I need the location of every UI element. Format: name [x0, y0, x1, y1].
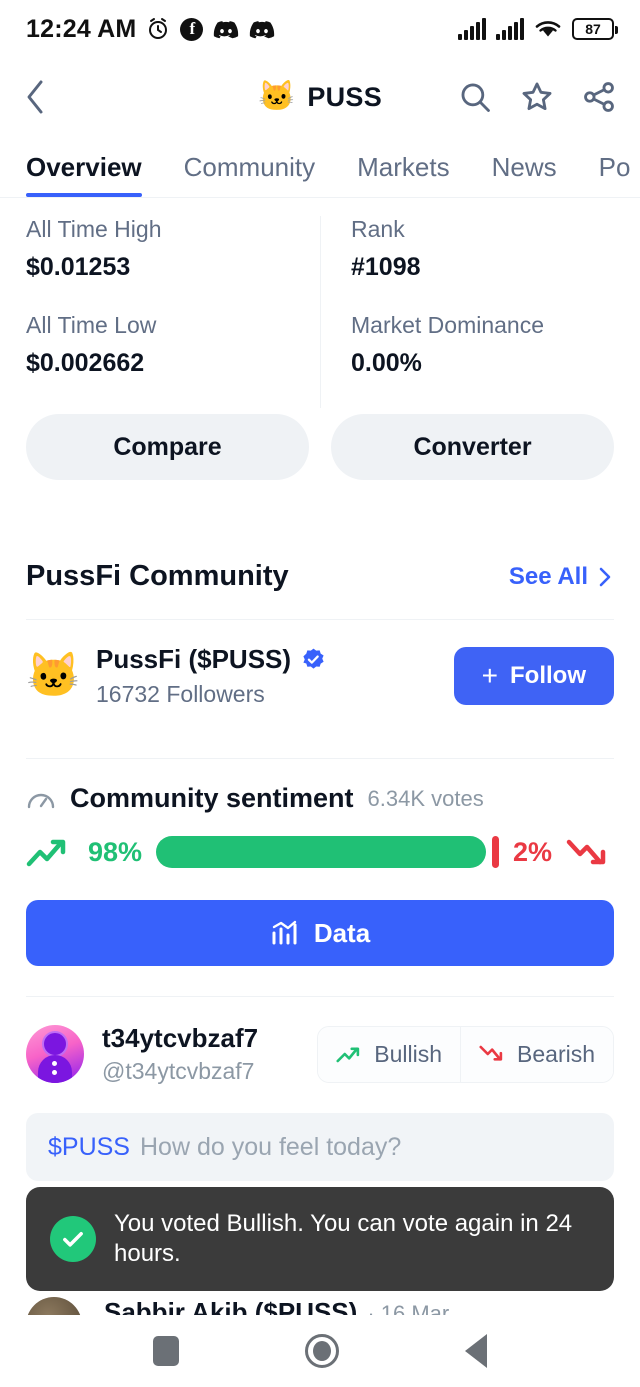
- section-tabs: Overview Community Markets News Po: [0, 136, 640, 198]
- vote-button-group: Bullish Bearish: [317, 1025, 614, 1083]
- discord-icon: [214, 21, 239, 39]
- sentiment-vote-count: 6.34K votes: [367, 785, 484, 811]
- stat-all-time-low: All Time Low $0.002662: [26, 312, 320, 378]
- stats-column-right: Rank #1098 Market Dominance 0.00%: [320, 216, 614, 408]
- data-button[interactable]: Data: [26, 900, 614, 966]
- bearish-vote-button[interactable]: Bearish: [460, 1026, 613, 1082]
- user-vote-row: t34ytcvbzaf7 @t34ytcvbzaf7 Bullish Beari…: [0, 997, 640, 1085]
- profile-name: PussFi ($PUSS): [96, 644, 292, 674]
- bar-chart-icon: [272, 920, 297, 945]
- verified-badge-icon: [303, 648, 324, 669]
- see-all-label: See All: [508, 562, 588, 590]
- star-icon[interactable]: [520, 80, 554, 114]
- signal-icon: [458, 18, 486, 40]
- trend-down-icon: [566, 839, 606, 865]
- composer-placeholder: How do you feel today?: [139, 1132, 402, 1161]
- stat-label: Market Dominance: [351, 312, 545, 338]
- discord-icon: [250, 21, 275, 39]
- bullish-vote-button[interactable]: Bullish: [318, 1026, 461, 1082]
- share-icon[interactable]: [582, 80, 616, 114]
- battery-icon: 87: [572, 18, 618, 40]
- tab-overview[interactable]: Overview: [26, 152, 164, 197]
- composer-token-tag: $PUSS: [48, 1132, 130, 1161]
- check-circle-icon: [50, 1216, 96, 1262]
- wifi-icon: [535, 21, 561, 37]
- sentiment-header: Community sentiment 6.34K votes: [0, 759, 640, 814]
- facebook-icon: [180, 17, 204, 41]
- profile-name-line: PussFi ($PUSS): [96, 644, 436, 675]
- stat-label: All Time Low: [26, 312, 157, 338]
- compare-button[interactable]: Compare: [26, 414, 309, 480]
- stats-grid: All Time High $0.01253 All Time Low $0.0…: [0, 198, 640, 408]
- bearish-label: Bearish: [517, 1040, 595, 1067]
- status-bar-right: 87: [458, 18, 618, 40]
- sentiment-bar-row: 98% 2%: [0, 814, 640, 872]
- stat-rank: Rank #1098: [351, 216, 614, 282]
- header-actions: [458, 80, 616, 114]
- cta-row: Compare Converter: [0, 408, 640, 480]
- status-time: 12:24 AM: [26, 14, 137, 43]
- follow-label: Follow: [510, 662, 586, 689]
- post-composer[interactable]: $PUSS How do you feel today?: [26, 1113, 614, 1181]
- follower-count: 16732 Followers: [96, 681, 265, 707]
- section-title: PussFi Community: [26, 560, 289, 592]
- sentiment-bar: [156, 836, 499, 868]
- bullish-bar-segment: [156, 836, 487, 868]
- alarm-icon: [149, 18, 168, 39]
- user-handle: @t34ytcvbzaf7: [102, 1058, 255, 1084]
- page-title: PUSS: [307, 81, 383, 112]
- tab-markets[interactable]: Markets: [357, 152, 471, 197]
- stat-value: #1098: [351, 253, 421, 281]
- community-profile-row[interactable]: 🐱 PussFi ($PUSS) 16732 Followers + Follo…: [0, 620, 640, 732]
- stat-market-dominance: Market Dominance 0.00%: [351, 312, 614, 378]
- toast-message: You voted Bullish. You can vote again in…: [114, 1210, 573, 1267]
- coin-avatar-icon: 🐱: [257, 80, 296, 113]
- tab-news[interactable]: News: [492, 152, 579, 197]
- stat-value: $0.002662: [26, 349, 145, 377]
- home-circle-icon[interactable]: [305, 1334, 339, 1368]
- app-screen: 12:24 AM 87: [0, 0, 640, 1387]
- status-bar: 12:24 AM 87: [0, 0, 640, 58]
- chevron-left-icon: [27, 80, 43, 114]
- trend-down-icon: [479, 1045, 503, 1061]
- stat-label: Rank: [351, 216, 405, 242]
- profile-avatar-icon: 🐱: [26, 651, 81, 700]
- toast-notification: You voted Bullish. You can vote again in…: [26, 1187, 614, 1291]
- back-triangle-icon[interactable]: [465, 1334, 487, 1368]
- back-button[interactable]: [24, 78, 64, 116]
- status-bar-left: 12:24 AM: [26, 15, 275, 44]
- tab-portfolio[interactable]: Po: [599, 152, 640, 197]
- stat-value: $0.01253: [26, 253, 131, 281]
- bearish-percent: 2%: [512, 836, 552, 867]
- stats-column-left: All Time High $0.01253 All Time Low $0.0…: [26, 216, 320, 408]
- community-section-header: PussFi Community See All: [0, 480, 640, 593]
- converter-button[interactable]: Converter: [331, 414, 614, 480]
- profile-meta: PussFi ($PUSS) 16732 Followers: [96, 644, 436, 708]
- search-icon[interactable]: [458, 80, 492, 114]
- battery-level: 87: [585, 21, 601, 37]
- data-button-label: Data: [313, 917, 371, 948]
- sentiment-title: Community sentiment: [70, 783, 354, 813]
- tab-community[interactable]: Community: [184, 152, 337, 197]
- plus-icon: +: [481, 660, 499, 691]
- see-all-link[interactable]: See All: [509, 563, 614, 591]
- stat-value: 0.00%: [351, 349, 422, 377]
- gauge-icon: [27, 793, 55, 808]
- signal-icon: [496, 18, 524, 40]
- recents-square-icon[interactable]: [153, 1336, 179, 1366]
- app-header: 🐱 PUSS: [0, 58, 640, 136]
- bearish-bar-segment: [492, 836, 499, 868]
- trend-up-icon: [26, 839, 66, 867]
- stat-all-time-high: All Time High $0.01253: [26, 216, 320, 282]
- chevron-right-icon: [599, 567, 611, 586]
- user-avatar: [26, 1025, 84, 1083]
- user-meta: t34ytcvbzaf7 @t34ytcvbzaf7: [102, 1023, 299, 1085]
- bullish-percent: 98%: [88, 836, 143, 867]
- trend-up-icon: [336, 1047, 360, 1063]
- follow-button[interactable]: + Follow: [453, 647, 614, 705]
- stat-label: All Time High: [26, 216, 162, 242]
- user-name: t34ytcvbzaf7: [102, 1023, 259, 1053]
- system-nav-bar: [0, 1315, 640, 1387]
- bullish-label: Bullish: [374, 1040, 443, 1067]
